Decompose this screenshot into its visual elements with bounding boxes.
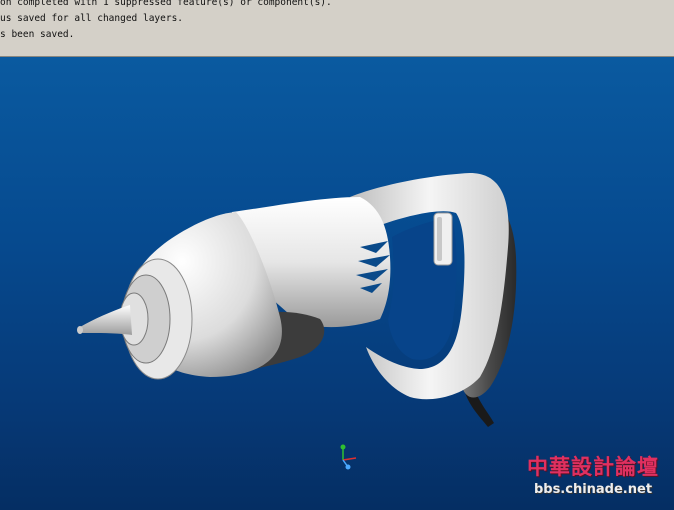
coordinate-triad — [340, 444, 357, 470]
graphics-viewport[interactable] — [0, 57, 674, 510]
3d-model-drill[interactable] — [0, 57, 674, 510]
watermark-url: bbs.chinade.net — [533, 482, 653, 497]
watermark-chinese-text: 中華設計論壇 — [527, 455, 659, 479]
drill-tip — [77, 305, 132, 335]
trigger-switch — [433, 212, 453, 266]
watermark-logo: 中華設計論壇 bbs.chinade.net — [518, 452, 668, 504]
message-line: s been saved. — [0, 29, 75, 40]
message-line: on completed with 1 suppressed feature(s… — [0, 0, 332, 8]
message-line: us saved for all changed layers. — [0, 13, 184, 24]
message-area[interactable]: on completed with 1 suppressed feature(s… — [0, 0, 674, 57]
